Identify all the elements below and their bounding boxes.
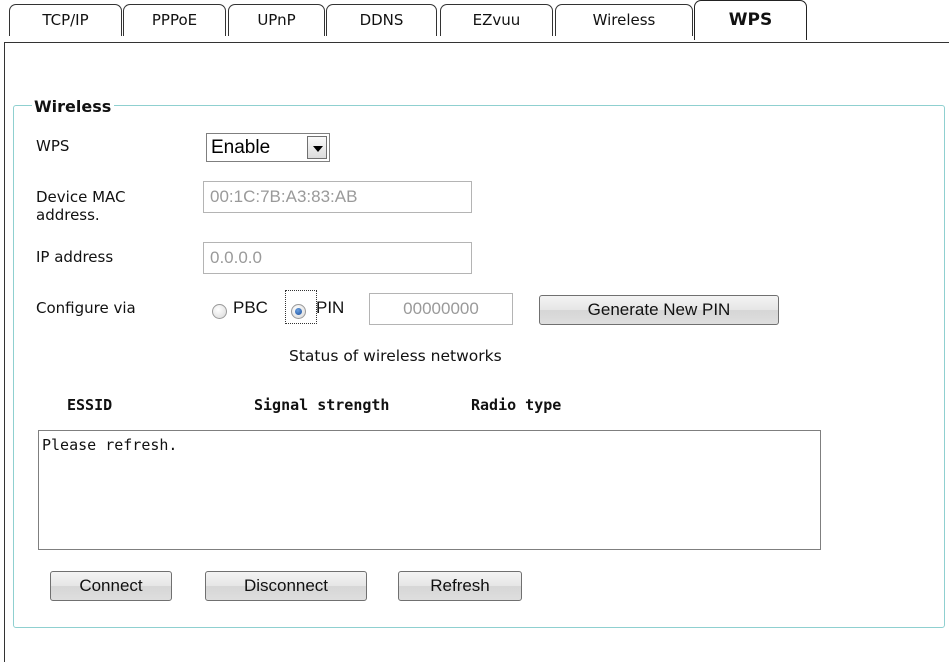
tab-tcp-ip[interactable]: TCP/IP <box>9 4 122 36</box>
tab-wps[interactable]: WPS <box>694 0 807 40</box>
fieldset-legend: Wireless <box>32 97 115 117</box>
pin-radio[interactable] <box>291 304 306 319</box>
column-signal-strength: Signal strength <box>254 396 390 414</box>
ip-address-field[interactable]: 0.0.0.0 <box>203 242 472 274</box>
mac-label-line1: Device MAC <box>36 188 126 206</box>
configure-via-label: Configure via <box>36 299 136 317</box>
mac-label: Device MAC address. <box>36 188 125 224</box>
chevron-down-icon[interactable] <box>307 136 327 159</box>
column-essid: ESSID <box>67 396 113 414</box>
wps-select-value: Enable <box>211 137 271 158</box>
pin-label: PIN <box>316 298 345 317</box>
tab-ezvuu[interactable]: EZvuu <box>440 4 553 36</box>
generate-new-pin-button[interactable]: Generate New PIN <box>539 295 779 325</box>
disconnect-button[interactable]: Disconnect <box>205 571 367 601</box>
column-radio-type: Radio type <box>471 396 562 414</box>
tab-ddns[interactable]: DDNS <box>326 4 437 36</box>
device-mac-field[interactable]: 00:1C:7B:A3:83:AB <box>203 181 472 213</box>
tab-pppoe[interactable]: PPPoE <box>123 4 226 36</box>
tab-wireless[interactable]: Wireless <box>555 4 693 36</box>
wps-select[interactable]: Enable <box>206 133 330 162</box>
mac-label-line2: address. <box>36 206 100 224</box>
ip-label: IP address <box>36 248 114 266</box>
pin-input[interactable]: 00000000 <box>369 293 513 325</box>
tab-upnp[interactable]: UPnP <box>228 4 325 36</box>
pbc-radio[interactable] <box>212 304 227 319</box>
wps-label: WPS <box>36 137 70 155</box>
refresh-button[interactable]: Refresh <box>398 571 522 601</box>
networks-list[interactable]: Please refresh. <box>38 430 821 550</box>
pbc-label: PBC <box>233 298 268 317</box>
wireless-networks-title: Status of wireless networks <box>289 347 502 365</box>
connect-button[interactable]: Connect <box>50 571 172 601</box>
